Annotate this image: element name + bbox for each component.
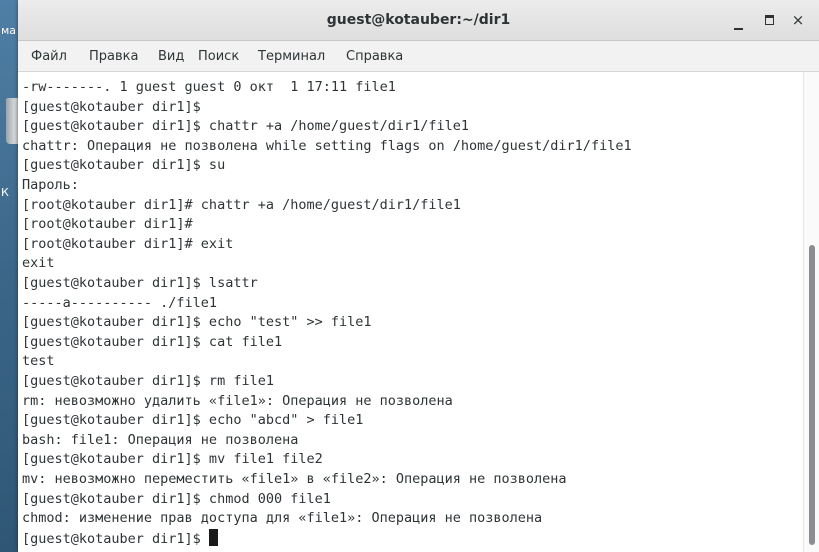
terminal-line: [root@kotauber dir1]# exit [22,235,234,252]
menu-search[interactable]: Поиск [198,41,239,71]
terminal-line: [guest@kotauber dir1]$ lsattr [22,275,258,291]
minimize-button[interactable] [727,9,749,31]
menu-file[interactable]: Файл [31,41,67,71]
terminal-line: exit [22,255,55,272]
terminal-line: -rw-------. 1 guest guest 0 окт 1 17:11 … [22,79,396,95]
terminal-line: [guest@kotauber dir1]$ [22,98,201,115]
terminal-line: mv: невозможно переместить «file1» в «fi… [22,471,567,487]
desktop-background: ма К [0,0,20,552]
terminal-line: rm: невозможно удалить «file1»: Операция… [22,392,453,409]
terminal-output[interactable]: -rw-------. 1 guest guest 0 окт 1 17:11 … [18,72,802,552]
maximize-icon [764,15,774,25]
terminal-line: [root@kotauber dir1]# [22,216,193,233]
terminal-line: -----a---------- ./file1 [22,294,218,311]
terminal-line: [guest@kotauber dir1]$ echo "test" >> fi… [22,314,372,331]
terminal-line: [guest@kotauber dir1]$ cat file1 [22,333,283,350]
window-title: guest@kotauber:~/dir1 [326,12,511,28]
window-titlebar[interactable]: guest@kotauber:~/dir1 × [18,0,819,41]
terminal-line: [guest@kotauber dir1]$ mv file1 file2 [22,451,323,468]
terminal-line: [root@kotauber dir1]# chattr +a /home/gu… [22,196,461,213]
menubar: Файл Правка Вид Поиск Терминал Справка [18,41,819,72]
close-icon: × [791,11,805,29]
terminal-line: [guest@kotauber dir1]$ rm file1 [22,373,274,389]
terminal-line: test [22,353,55,370]
minimize-icon [733,28,743,30]
vertical-scrollbar[interactable] [803,72,819,552]
maximize-button[interactable] [758,9,780,31]
terminal-line: [guest@kotauber dir1]$ chmod 000 file1 [22,490,331,507]
terminal-line: [guest@kotauber dir1]$ echo "abcd" > fil… [22,412,364,429]
menu-view[interactable]: Вид [158,41,184,71]
menu-edit[interactable]: Правка [89,41,138,71]
menu-terminal[interactable]: Терминал [258,41,325,71]
desktop-icon-label-trash: К [1,186,9,199]
scrollbar-thumb[interactable] [809,245,815,545]
terminal-line: chattr: Операция не позволена while sett… [22,137,632,154]
text-cursor [208,528,218,546]
terminal-line: [guest@kotauber dir1]$ chattr +a /home/g… [22,118,470,135]
terminal-line: [guest@kotauber dir1]$ su [22,157,226,174]
terminal-prompt: [guest@kotauber dir1]$ [22,530,209,547]
terminal-window: guest@kotauber:~/dir1 × Файл Правка Вид … [18,0,819,552]
close-button[interactable]: × [787,9,809,31]
terminal-line: chmod: изменение прав доступа для «file1… [22,510,543,527]
terminal-line: Пароль: [22,177,79,193]
terminal-line: bash: file1: Операция не позволена [22,431,299,448]
desktop-icon-label-top: ма [1,24,17,37]
terminal-prompt-line[interactable]: [guest@kotauber dir1]$ [22,528,218,549]
menu-help[interactable]: Справка [346,41,403,71]
